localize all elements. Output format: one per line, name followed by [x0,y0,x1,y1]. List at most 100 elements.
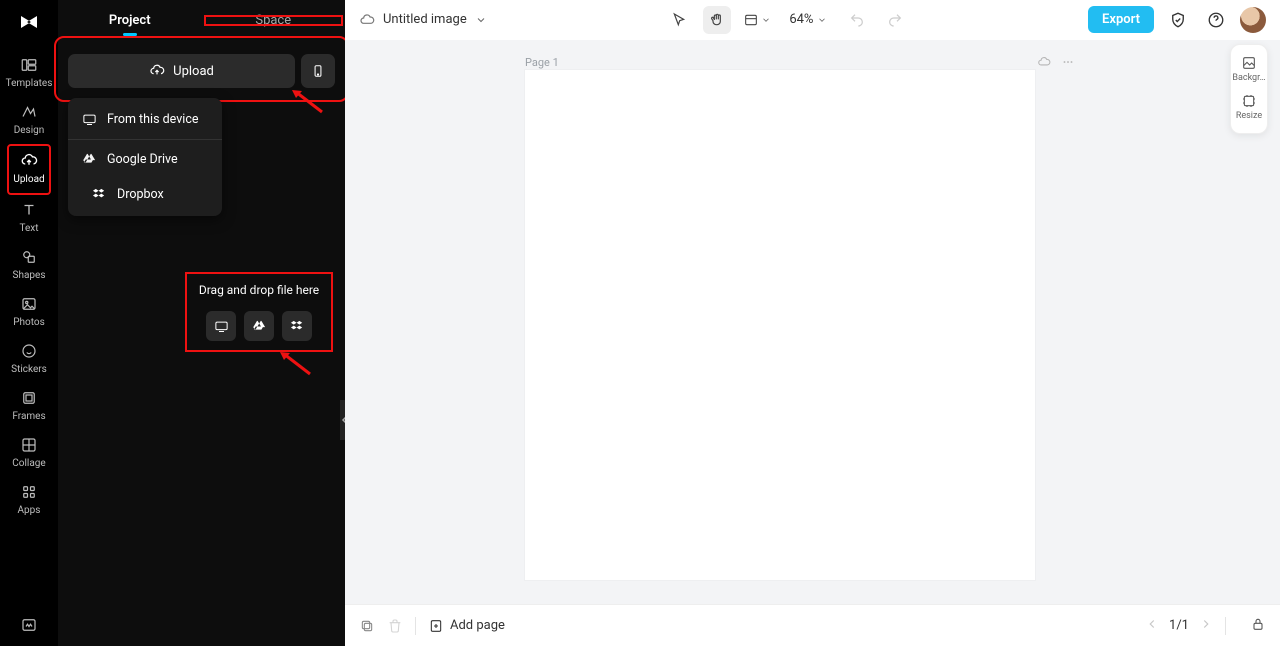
export-button[interactable]: Export [1088,6,1154,33]
prev-page-button[interactable] [1145,617,1159,635]
rail-upload[interactable]: Upload [7,144,51,195]
lock-icon [1250,616,1266,632]
drop-zone-icons [206,311,312,341]
upload-from-mobile-button[interactable] [301,54,335,88]
right-tool-panel: Backgr… Resize [1230,44,1268,134]
rail-smart-tools[interactable] [7,616,51,646]
chevron-right-icon [1199,617,1213,631]
document-title[interactable]: Untitled image [359,12,487,28]
background-tool[interactable]: Backgr… [1231,51,1267,89]
chevron-down-icon [817,15,827,25]
resize-icon [1241,93,1257,109]
chevron-down-icon [475,14,487,26]
menu-item-label: From this device [107,112,199,127]
app-logo[interactable] [15,8,43,36]
mobile-icon [311,64,325,78]
stickers-icon [20,342,38,360]
help-icon [1207,11,1225,29]
duplicate-page-button[interactable] [359,618,375,634]
tab-project[interactable]: Project [58,13,202,28]
undo-button[interactable] [843,6,871,34]
google-drive-icon [252,319,267,334]
add-page-button[interactable]: Add page [428,618,505,634]
photos-icon [20,295,38,313]
menu-dropbox[interactable]: Dropbox [68,177,222,212]
divider [415,617,416,635]
rail-label: Stickers [11,364,47,375]
layout-view-button[interactable] [741,12,773,28]
dropbox-icon [92,187,107,202]
duplicate-icon [359,618,375,634]
upload-icon [20,152,38,170]
rail-label: Collage [12,458,45,469]
page-indicator: 1/1 [1169,618,1189,633]
apps-icon [20,483,38,501]
side-panel: Project Space Upload From this device Go… [58,0,345,646]
select-tool-button[interactable] [665,6,693,34]
editor-area: Untitled image 64% [345,0,1280,646]
resize-tool[interactable]: Resize [1231,89,1267,127]
lock-button[interactable] [1250,616,1266,636]
redo-button[interactable] [881,6,909,34]
help-button[interactable] [1202,6,1230,34]
more-icon [1061,55,1075,69]
chevron-down-icon [761,15,771,25]
canvas-area[interactable]: Page 1 Backgr… Resize [345,40,1280,604]
dropzone-gdrive-button[interactable] [244,311,274,341]
text-icon [20,201,38,219]
page-tools [1037,54,1075,73]
menu-google-drive[interactable]: Google Drive [68,142,222,177]
zoom-control[interactable]: 64% [783,12,833,27]
rail-collage[interactable]: Collage [7,430,51,477]
cloud-upload-icon [149,63,165,79]
menu-divider [68,139,222,140]
frames-icon [20,389,38,407]
rail-label: Frames [12,411,45,422]
canvas-page[interactable] [525,70,1035,580]
page-more-button[interactable] [1061,54,1075,73]
upload-button[interactable]: Upload [68,54,295,88]
shapes-icon [20,248,38,266]
cloud-small-icon [1037,55,1051,69]
design-icon [20,103,38,121]
hand-icon [709,12,725,28]
dropzone-device-button[interactable] [206,311,236,341]
annotation-arrow [278,350,312,376]
rail-label: Text [19,223,38,234]
rail-stickers[interactable]: Stickers [7,336,51,383]
next-page-button[interactable] [1199,617,1213,635]
layout-icon [743,12,759,28]
rail-shapes[interactable]: Shapes [7,242,51,289]
delete-page-button[interactable] [387,618,403,634]
user-avatar[interactable] [1240,7,1266,33]
tool-label: Resize [1236,111,1262,121]
hand-tool-button[interactable] [703,6,731,34]
rail-design[interactable]: Design [7,97,51,144]
upload-button-label: Upload [173,64,214,79]
templates-icon [20,56,38,74]
dropzone-dropbox-button[interactable] [282,311,312,341]
menu-from-device[interactable]: From this device [68,102,222,137]
cursor-icon [671,12,687,28]
device-icon [82,112,97,127]
bottom-bar: Add page 1/1 [345,604,1280,646]
shield-button[interactable] [1164,6,1192,34]
rail-label: Templates [6,78,53,89]
upload-row: Upload [58,40,345,98]
rail-frames[interactable]: Frames [7,383,51,430]
rail-photos[interactable]: Photos [7,289,51,336]
device-icon [214,319,229,334]
page-navigator: 1/1 [1145,617,1213,635]
menu-item-label: Google Drive [107,152,178,167]
page-cloud-button[interactable] [1037,54,1051,73]
rail-apps[interactable]: Apps [7,477,51,524]
rail-label: Photos [13,317,45,328]
top-bar: Untitled image 64% [345,0,1280,40]
drop-zone[interactable]: Drag and drop file here [185,272,333,352]
rail-templates[interactable]: Templates [7,50,51,97]
cloud-icon [359,12,375,28]
rail-text[interactable]: Text [7,195,51,242]
tab-space[interactable]: Space [202,13,346,28]
page-label: Page 1 [525,56,559,69]
redo-icon [887,12,903,28]
